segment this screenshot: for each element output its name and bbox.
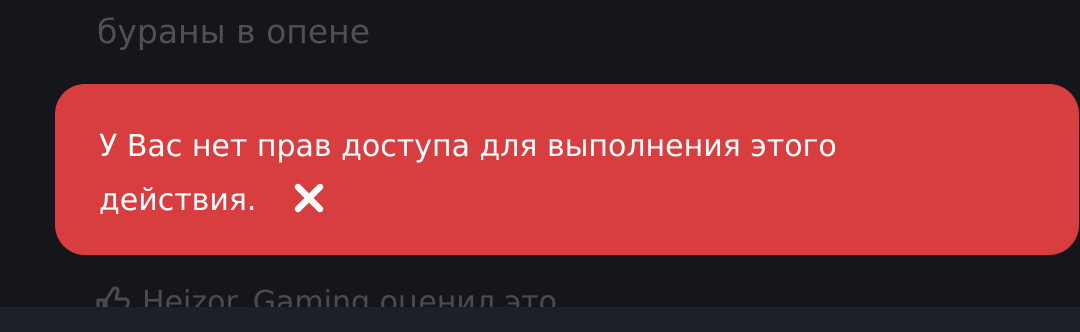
- toast-message-text: У Вас нет прав доступа для выполнения эт…: [99, 129, 837, 218]
- close-icon[interactable]: [294, 183, 324, 213]
- error-toast: У Вас нет прав доступа для выполнения эт…: [55, 84, 1079, 255]
- comment-text: бураны в опене: [97, 12, 371, 51]
- toast-message: У Вас нет прав доступа для выполнения эт…: [99, 120, 949, 228]
- bottom-bar: [0, 307, 1080, 332]
